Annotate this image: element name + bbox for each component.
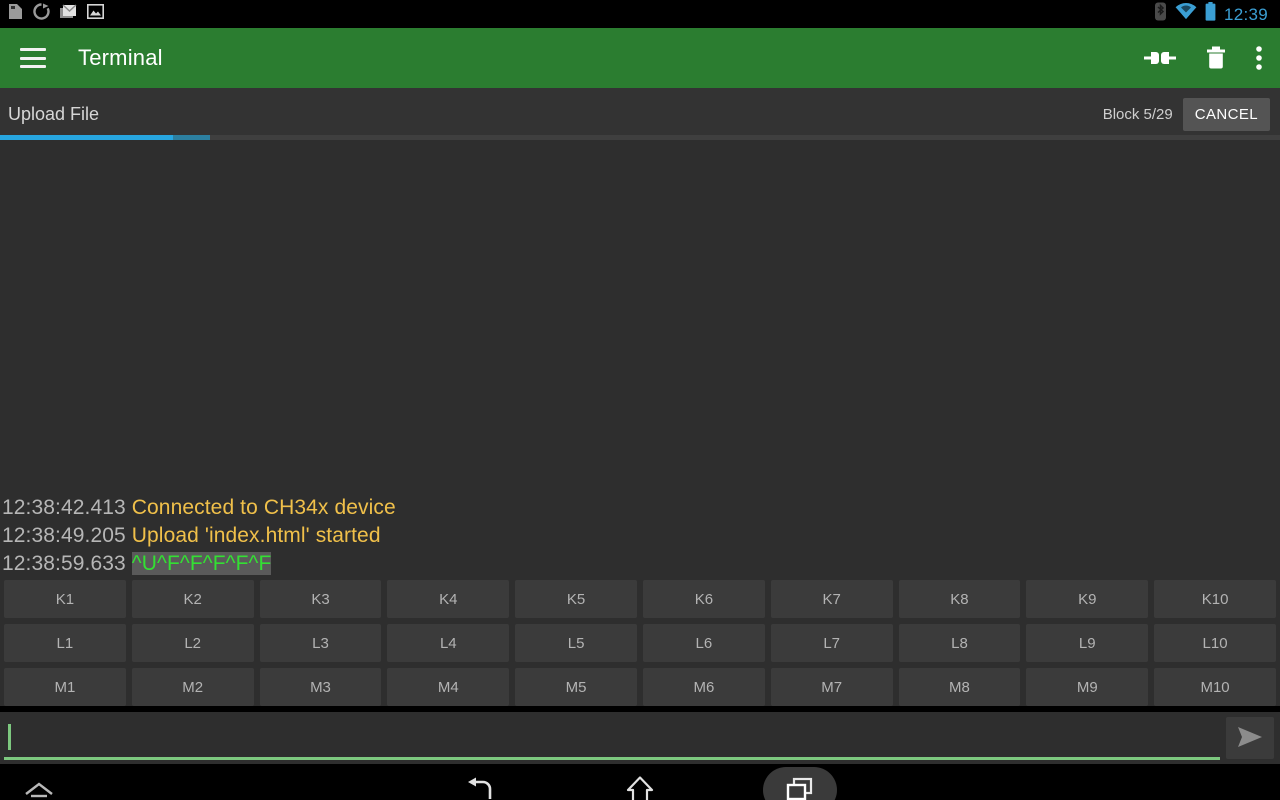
battery-icon: [1205, 2, 1216, 26]
upload-label: Upload File: [8, 103, 100, 124]
macro-key-m8[interactable]: M8: [898, 668, 1021, 706]
notification-icons: [4, 3, 104, 25]
macro-key-l3[interactable]: L3: [259, 624, 382, 662]
macro-key-l5[interactable]: L5: [515, 624, 637, 662]
macro-key-m4[interactable]: M4: [387, 668, 510, 706]
macro-key-k3[interactable]: K3: [259, 580, 382, 618]
log-timestamp: 12:38:49.205: [2, 524, 132, 547]
send-icon: [1237, 726, 1263, 750]
status-bar-clock: 12:39: [1223, 4, 1268, 24]
app-bar-actions: [1144, 46, 1262, 70]
delete-icon[interactable]: [1206, 46, 1226, 70]
macro-key-row-l: L1 L2 L3 L4 L5 L6 L7 L8 L9 L10: [4, 624, 1276, 662]
macro-key-l1[interactable]: L1: [4, 624, 126, 662]
cancel-button[interactable]: CANCEL: [1182, 97, 1270, 131]
upload-panel: Upload File Block 5/29 CANCEL: [0, 88, 1280, 140]
macro-key-l7[interactable]: L7: [770, 624, 893, 662]
overflow-menu-icon[interactable]: [1256, 46, 1262, 70]
upload-status-group: Block 5/29 CANCEL: [1102, 97, 1280, 131]
macro-key-l10[interactable]: L10: [1154, 624, 1276, 662]
command-input-row: [0, 712, 1280, 764]
command-input[interactable]: [4, 716, 1220, 757]
macro-key-m5[interactable]: M5: [515, 668, 637, 706]
log-timestamp: 12:38:59.633: [2, 552, 132, 575]
terminal-output[interactable]: 12:38:42.413 Connected to CH34x device 12…: [0, 140, 1280, 580]
macro-key-k8[interactable]: K8: [898, 580, 1021, 618]
wifi-icon: [1175, 3, 1197, 25]
home-icon[interactable]: [603, 767, 677, 800]
macro-key-row-k: K1 K2 K3 K4 K5 K6 K7 K8 K9 K10: [4, 580, 1276, 618]
page-title: Terminal: [78, 45, 163, 70]
connect-icon[interactable]: [1144, 48, 1176, 68]
sync-icon: [33, 3, 50, 25]
macro-key-m1[interactable]: M1: [4, 668, 126, 706]
macro-key-m3[interactable]: M3: [259, 668, 382, 706]
macro-key-k1[interactable]: K1: [4, 580, 126, 618]
bluetooth-icon: [1154, 2, 1167, 26]
macro-key-panel: K1 K2 K3 K4 K5 K6 K7 K8 K9 K10 L1 L2 L3 L4 L5 L6 L7 L8 L9…: [0, 580, 1280, 706]
document-icon: [8, 3, 23, 25]
collapse-keyboard-icon[interactable]: [22, 779, 56, 800]
macro-key-k7[interactable]: K7: [770, 580, 893, 618]
mail-icon: [60, 3, 77, 25]
android-screen: 12:39 Terminal Upload File Block 5/29 CA…: [0, 0, 1280, 800]
log-message: Upload 'index.html' started: [131, 524, 381, 547]
status-bar: 12:39: [0, 0, 1280, 28]
macro-key-l9[interactable]: L9: [1026, 624, 1149, 662]
log-message: Connected to CH34x device: [131, 496, 396, 519]
log-message: ^U^F^F^F^F^F: [131, 552, 272, 575]
macro-key-m2[interactable]: M2: [131, 668, 254, 706]
back-icon[interactable]: [443, 767, 517, 800]
macro-key-k5[interactable]: K5: [515, 580, 637, 618]
hamburger-menu-icon[interactable]: [20, 48, 46, 68]
macro-key-m9[interactable]: M9: [1026, 668, 1149, 706]
macro-key-m10[interactable]: M10: [1154, 668, 1276, 706]
terminal-log-line: 12:38:42.413 Connected to CH34x device: [2, 494, 1280, 522]
recents-icon[interactable]: [763, 767, 837, 800]
block-progress-text: Block 5/29: [1102, 105, 1173, 123]
macro-key-m7[interactable]: M7: [770, 668, 893, 706]
app-bar: Terminal: [0, 28, 1280, 88]
macro-key-l2[interactable]: L2: [131, 624, 254, 662]
terminal-log-list: 12:38:42.413 Connected to CH34x device 12…: [2, 494, 1280, 578]
command-input-wrap[interactable]: [4, 716, 1220, 760]
terminal-log-line: 12:38:59.633 ^U^F^F^F^F^F: [2, 550, 1280, 578]
image-icon: [87, 4, 104, 24]
log-timestamp: 12:38:42.413: [2, 496, 132, 519]
macro-key-k6[interactable]: K6: [642, 580, 765, 618]
macro-key-k4[interactable]: K4: [387, 580, 510, 618]
navigation-bar: [0, 764, 1280, 800]
system-icons: 12:39: [1154, 2, 1272, 26]
macro-key-k2[interactable]: K2: [131, 580, 254, 618]
macro-key-k10[interactable]: K10: [1154, 580, 1276, 618]
macro-key-m6[interactable]: M6: [642, 668, 765, 706]
send-button[interactable]: [1226, 717, 1274, 759]
macro-key-row-m: M1 M2 M3 M4 M5 M6 M7 M8 M9 M10: [4, 668, 1276, 706]
macro-key-l8[interactable]: L8: [898, 624, 1021, 662]
macro-key-l4[interactable]: L4: [387, 624, 510, 662]
macro-key-k9[interactable]: K9: [1026, 580, 1149, 618]
terminal-log-line: 12:38:49.205 Upload 'index.html' started: [2, 522, 1280, 550]
macro-key-l6[interactable]: L6: [642, 624, 765, 662]
navigation-buttons: [443, 767, 837, 800]
